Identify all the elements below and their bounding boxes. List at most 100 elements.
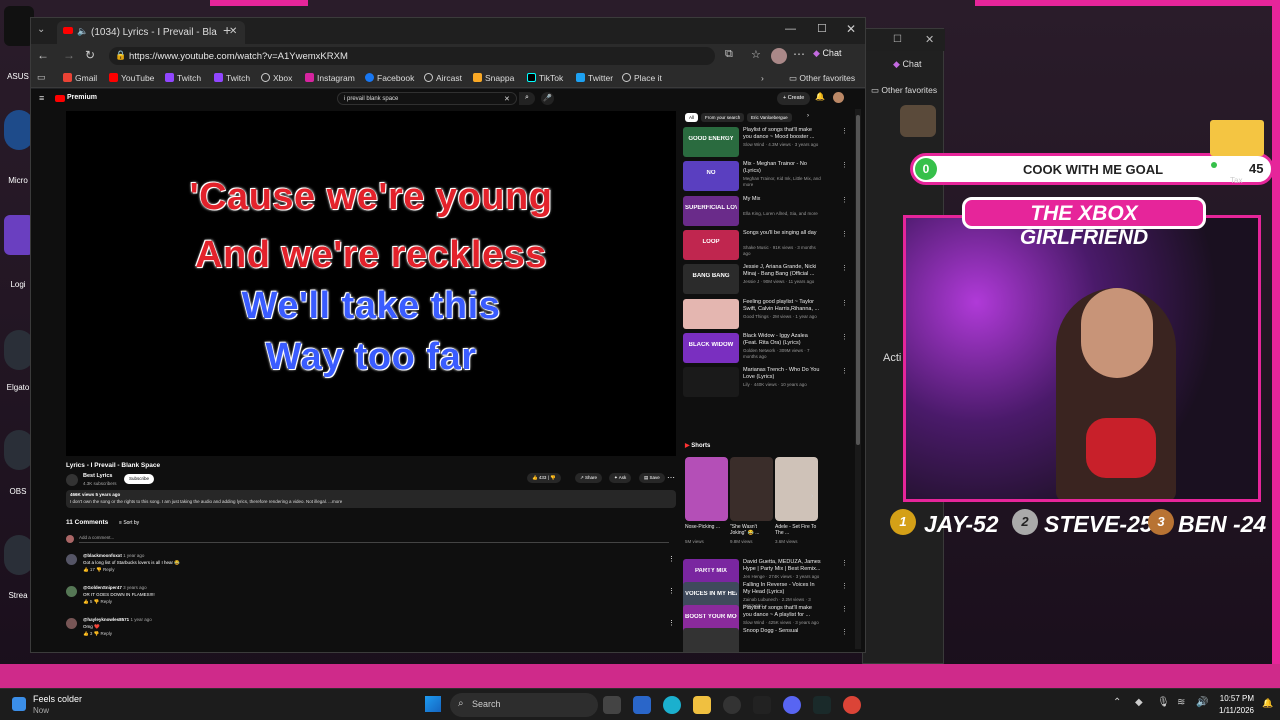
maximize-icon[interactable]: ☐ (893, 34, 902, 45)
speaker-icon[interactable]: 🔈 (77, 26, 88, 37)
tray-overflow-icon[interactable]: ⌃ (1113, 697, 1121, 708)
recommendation-item[interactable]: SUPERFICIAL LOVE My Mix Ella King, Loren A… (683, 195, 851, 228)
app-taskbar-icon-2[interactable] (813, 696, 831, 714)
sort-button[interactable]: ≡ Sort by (119, 520, 139, 526)
video-thumbnail[interactable]: SUPERFICIAL LOVE (683, 195, 739, 226)
notifications-icon[interactable]: 🔔 (815, 92, 825, 101)
tab-youtube[interactable]: 🔈 (1034) Lyrics - I Prevail - Bla ✕ (57, 21, 245, 44)
taskbar-search[interactable]: ⌕ Search (450, 693, 598, 717)
comment-actions[interactable]: 👍 3 👎 Reply (83, 631, 112, 637)
recommendation-title[interactable]: Falling In Reverse - Voices In My Head (… (743, 582, 821, 596)
recommendation-more-icon[interactable]: ⋮ (841, 559, 848, 567)
comment-more-icon[interactable]: ⋮ (668, 619, 675, 627)
youtube-search-input[interactable]: i prevail blank space ✕ (337, 92, 517, 105)
recommendation-title[interactable]: Snoop Dogg - Sensual (743, 628, 821, 635)
bookmark-instagram[interactable]: Instagram (305, 73, 355, 83)
recommendation-more-icon[interactable]: ⋮ (841, 367, 848, 375)
video-thumbnail[interactable]: BLACK WIDOW (683, 332, 739, 363)
recommendation-title[interactable]: Mix - Meghan Trainor - No (Lyrics) (743, 161, 821, 175)
comment-more-icon[interactable]: ⋮ (668, 555, 675, 563)
more-options-icon[interactable]: ⋯ (793, 47, 805, 61)
video-thumbnail[interactable] (683, 367, 739, 398)
recommendation-title[interactable]: Feeling good playlist ~ Taylor Swift, Ca… (743, 299, 821, 313)
account-avatar[interactable] (833, 92, 844, 103)
short-title[interactable]: Nose-Picking ... (685, 524, 728, 530)
bookmark-gmail[interactable]: Gmail (63, 73, 97, 83)
favorites-icon[interactable]: ☆ (751, 48, 761, 61)
recommendation-title[interactable]: Jessie J, Ariana Grande, Nicki Minaj - B… (743, 264, 821, 278)
comment-actions[interactable]: 👍 5 👎 Reply (83, 599, 112, 605)
other-favorites[interactable]: ▭ Other favorites (789, 73, 855, 84)
short-item[interactable]: "She Wasn't Joking" 😂 ... 9.8M views (730, 457, 773, 547)
short-title[interactable]: Adele - Set Fire To The ... (775, 524, 818, 536)
scrollbar-thumb[interactable] (856, 115, 860, 445)
recommendation-more-icon[interactable]: ⋮ (841, 161, 848, 169)
close-icon[interactable]: ✕ (925, 33, 934, 46)
bookmark-aircast[interactable]: Aircast (424, 73, 462, 83)
video-thumbnail[interactable] (683, 298, 739, 329)
comment-more-icon[interactable]: ⋮ (668, 587, 675, 595)
create-button[interactable]: + Create (777, 92, 811, 105)
bookmarks-overflow-icon[interactable]: › (761, 73, 764, 83)
volume-icon[interactable]: 🔊 (1196, 697, 1208, 708)
recommendation-title[interactable]: Marianas Trench - Who Do You Love (Lyric… (743, 367, 821, 381)
video-thumbnail[interactable]: GOOD ENERGY (683, 127, 739, 157)
short-title[interactable]: "She Wasn't Joking" 😂 ... (730, 524, 773, 536)
chip-all[interactable]: All (685, 113, 699, 122)
bookmark-xbox[interactable]: Xbox (261, 73, 292, 83)
recommendation-title[interactable]: Songs you'll be singing all day (743, 230, 821, 237)
commenter-avatar[interactable] (66, 554, 77, 565)
obs-taskbar-icon[interactable] (723, 696, 741, 714)
microphone-icon[interactable]: 🎤 (541, 92, 554, 105)
recommendation-title[interactable]: David Guetta, MEDUZA, James Hype | Party… (743, 559, 821, 573)
back-chat-button[interactable]: ◆ Chat (893, 59, 921, 70)
recommendation-more-icon[interactable]: ⋮ (841, 605, 848, 613)
channel-avatar[interactable] (66, 474, 78, 486)
weather-icon[interactable] (12, 697, 26, 711)
channel-name[interactable]: Best Lyrics (83, 473, 112, 479)
bookmark-place-it[interactable]: Place it (622, 73, 662, 83)
comment-author[interactable]: @hayleyknowles8571 1 year ago (83, 617, 152, 622)
recommendation-item[interactable]: LOOP Songs you'll be singing all day Shake… (683, 229, 851, 262)
tab-actions-icon[interactable]: ⌄ (37, 24, 45, 35)
video-thumbnail[interactable]: NO (683, 161, 739, 192)
wifi-icon[interactable]: ≋ (1177, 697, 1185, 708)
page-scrollbar[interactable] (855, 109, 861, 649)
recommendation-item[interactable]: NO Mix - Meghan Trainor - No (Lyrics) Megh… (683, 161, 851, 193)
browser-window[interactable]: ⌄ 🔈 (1034) Lyrics - I Prevail - Bla ✕ + … (30, 17, 866, 653)
chips-next-icon[interactable]: › (807, 113, 809, 119)
minimize-icon[interactable]: — (785, 23, 796, 35)
recommendation-item[interactable]: Feeling good playlist ~ Taylor Swift, Ca… (683, 298, 851, 331)
video-thumbnail[interactable]: LOOP (683, 229, 739, 260)
bookmark-facebook[interactable]: Facebook (365, 73, 414, 83)
recommendation-more-icon[interactable]: ⋮ (841, 230, 848, 238)
short-thumbnail[interactable] (730, 457, 773, 521)
recommendation-title[interactable]: Black Widow - Iggy Azalea (Feat. Rita Or… (743, 333, 821, 347)
bookmark-twitch-2[interactable]: Twitch (214, 73, 250, 83)
microphone-icon[interactable]: 🎙 (1157, 697, 1170, 708)
bookmark-twitter[interactable]: Twitter (576, 73, 613, 83)
folder-icon[interactable] (1210, 120, 1264, 156)
recommendation-title[interactable]: My Mix (743, 196, 821, 203)
video-thumbnail[interactable] (683, 628, 739, 652)
avatar[interactable] (900, 105, 936, 137)
comment-author[interactable]: @blackmoonfoxxt 1 year ago (83, 553, 144, 558)
video-thumbnail[interactable]: BANG BANG (683, 264, 739, 295)
sidebar-toggle-icon[interactable]: ▭ (37, 72, 46, 83)
commenter-avatar[interactable] (66, 586, 77, 597)
recommendation-title[interactable]: Playlist of songs that'll make you dance… (743, 605, 821, 619)
bookmark-twitch[interactable]: Twitch (165, 73, 201, 83)
subscribe-button[interactable]: Subscribe (124, 474, 155, 484)
url-field[interactable]: 🔒 https://www.youtube.com/watch?v=A1Ywem… (109, 47, 715, 65)
comment-author[interactable]: @GoldenSniper47 3 years ago (83, 585, 147, 590)
task-view-icon[interactable] (603, 696, 621, 714)
bookmark-snappa[interactable]: Snappa (473, 73, 514, 83)
comment-actions[interactable]: 👍 17 👎 Reply (83, 567, 115, 573)
clock-date[interactable]: 1/11/2026 (1212, 706, 1254, 715)
like-button[interactable]: 👍 433 | 👎 (527, 473, 561, 483)
description-box[interactable]: 466K views 5 years ago I don't own the s… (66, 490, 676, 508)
short-thumbnail[interactable] (685, 457, 728, 521)
bookmark-youtube[interactable]: YouTube (109, 73, 154, 83)
recommendation-more-icon[interactable]: ⋮ (841, 196, 848, 204)
commenter-avatar[interactable] (66, 618, 77, 629)
